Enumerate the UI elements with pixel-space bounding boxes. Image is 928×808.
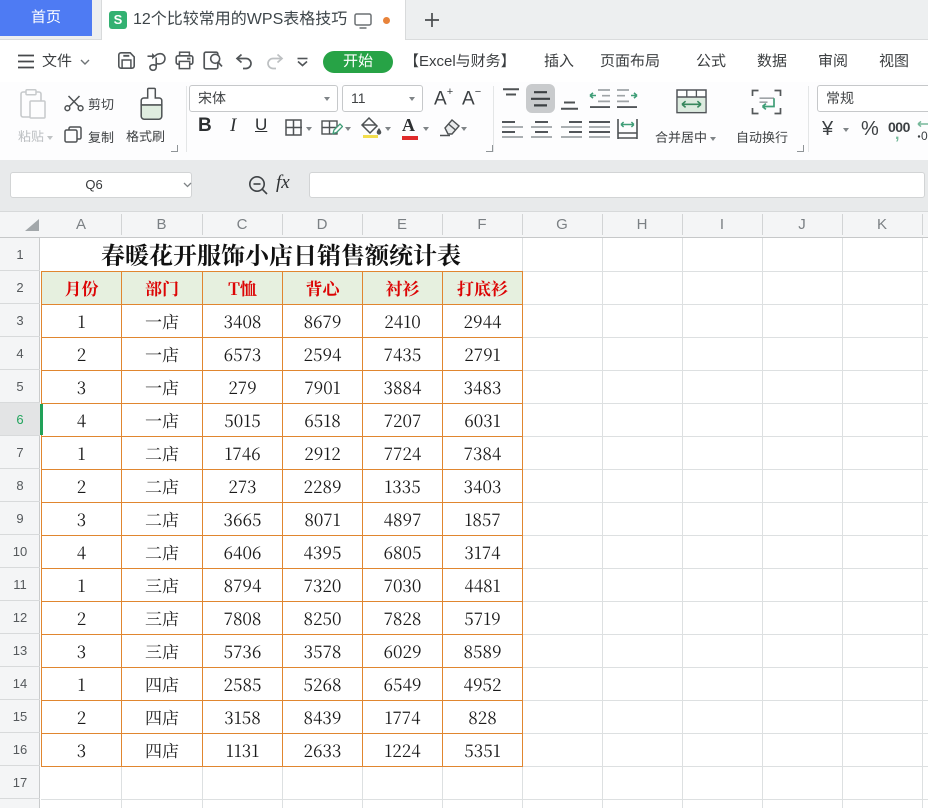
svg-text:0: 0 <box>921 129 928 142</box>
